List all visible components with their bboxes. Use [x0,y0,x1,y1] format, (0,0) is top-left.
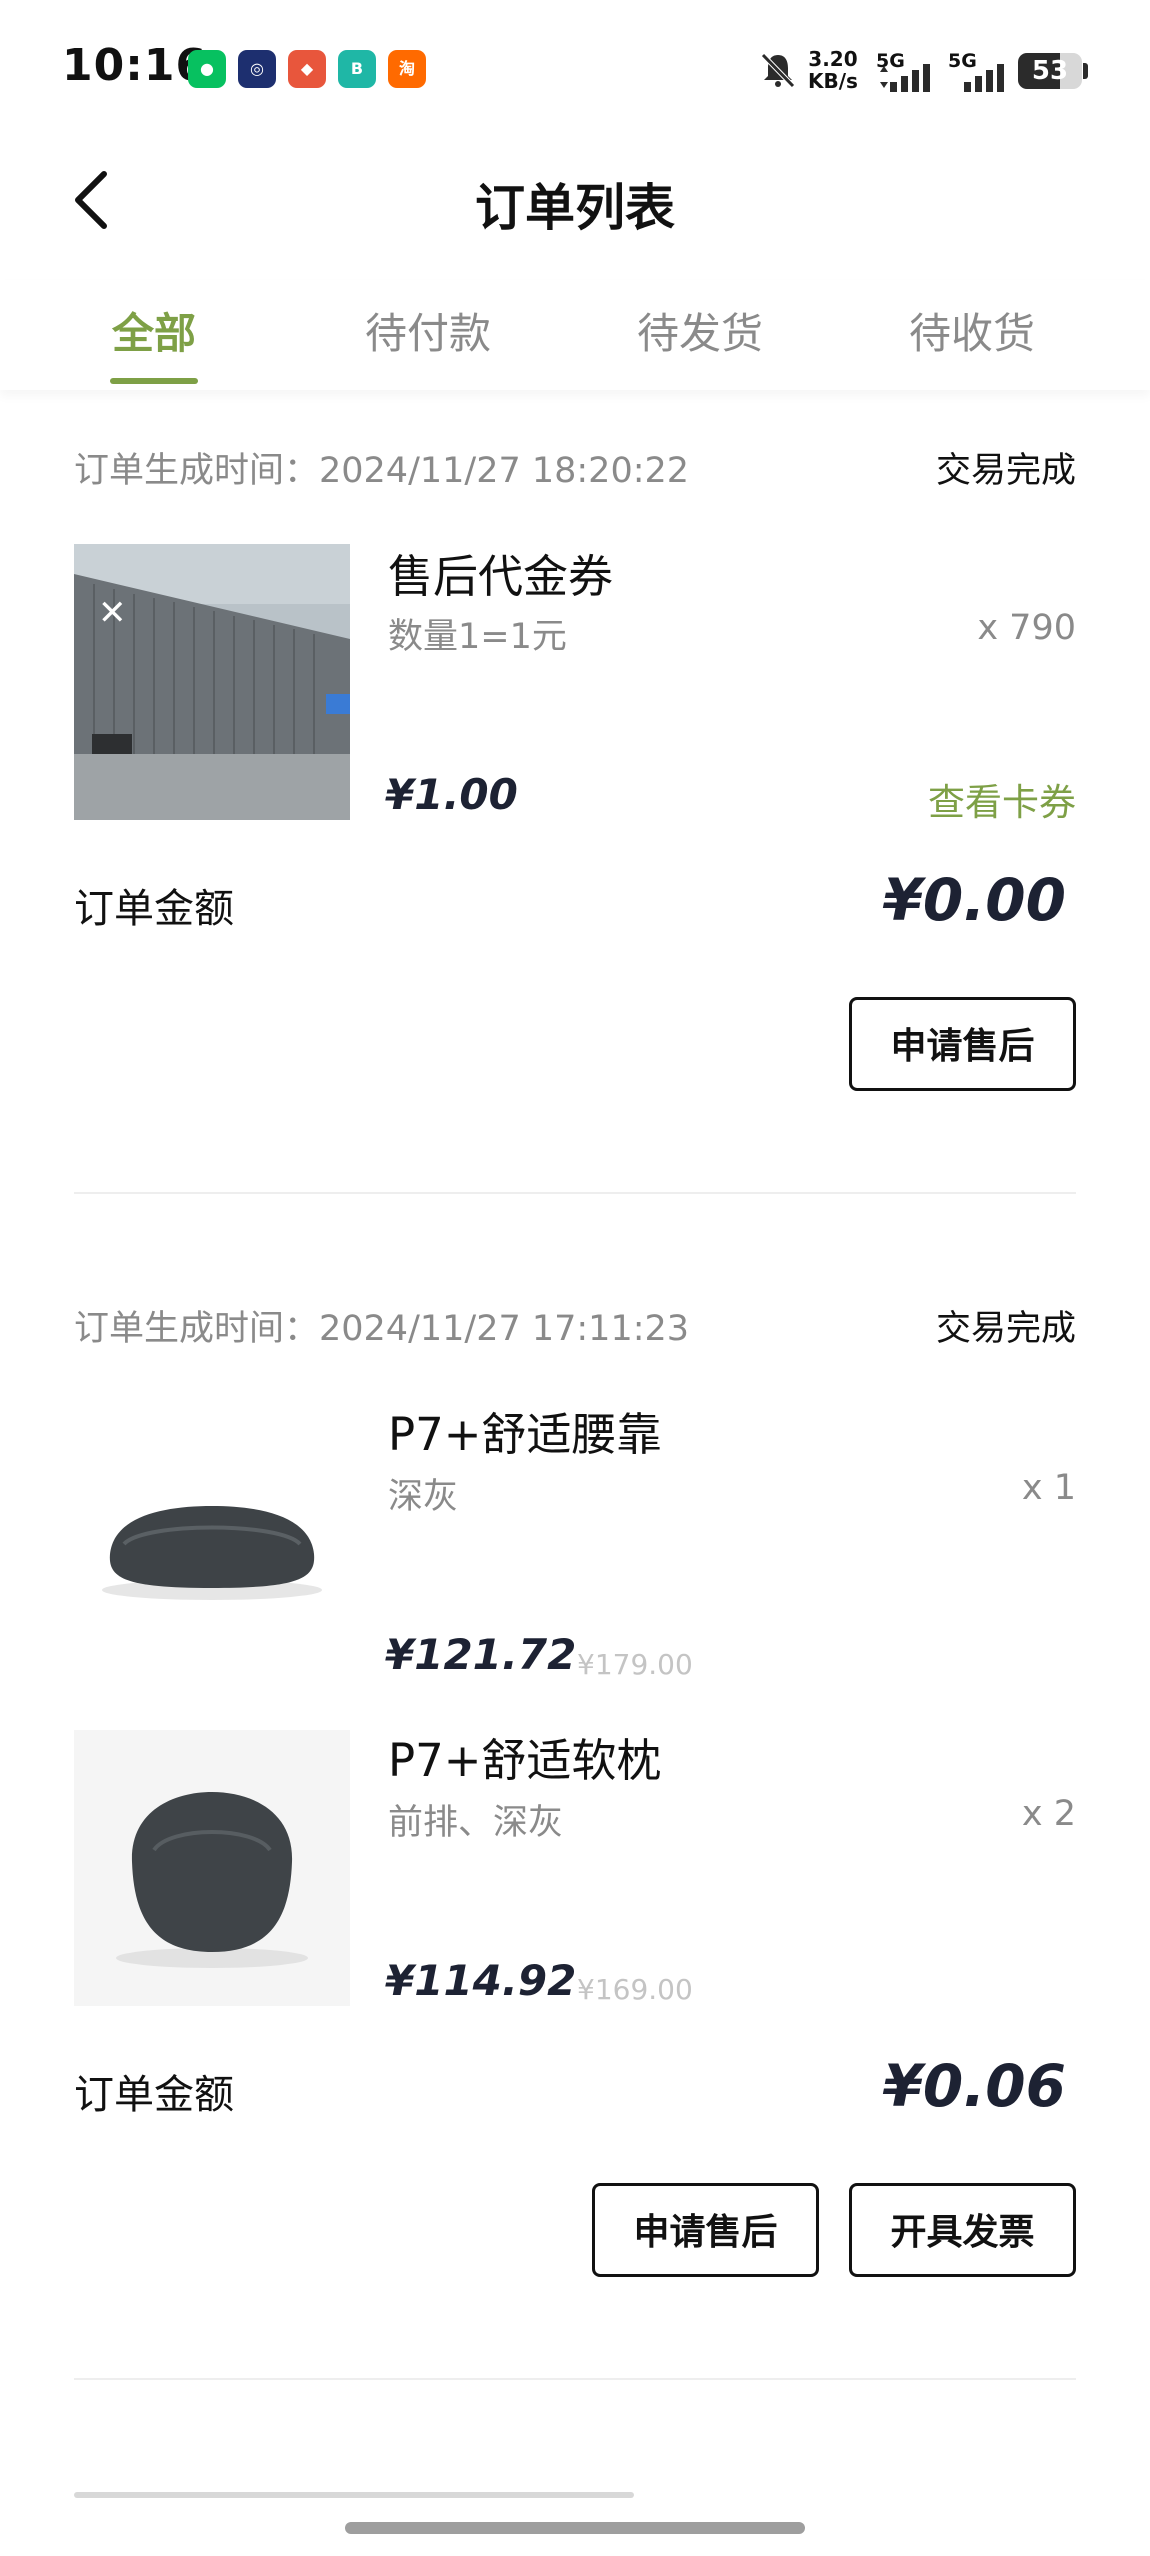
wechat-icon: ● [188,50,226,88]
taobao-icon: 淘 [388,50,426,88]
promo-app-icon: ◆ [288,50,326,88]
order-amount-label: 订单金额 [74,886,234,932]
clock: 10:16 [62,40,208,91]
net-speed-value: 3.20 [808,47,858,71]
page-title: 订单列表 [475,179,675,237]
order-status: 交易完成 [935,451,1076,491]
tab-bar: 全部 待付款 待发货 待收货 [0,280,1150,390]
product-spec: 深灰 [388,1477,459,1517]
boss-app-icon: B [338,50,376,88]
order-amount: ¥0.00 [882,866,1066,934]
order-time: 订单生成时间：2024/11/27 17:11:23 [74,1309,690,1349]
order-divider [74,2378,1076,2380]
product-spec: 前排、深灰 [388,1803,564,1843]
apply-after-sales-button[interactable]: 申请售后 [592,2183,819,2277]
tab-pending-receipt[interactable]: 待收货 [862,300,1082,361]
status-bar: 10:16 ● ◎ ◆ B 淘 3.20 KB/s 5G 5G 53 [0,0,1150,140]
product-price: ¥121.72 [385,1630,577,1679]
product-quantity: x 1 [1021,1468,1076,1508]
product-name: P7+舒适腰靠 [388,1408,662,1461]
product-quantity: x 790 [977,608,1076,648]
apply-after-sales-button[interactable]: 申请售后 [849,997,1076,1091]
home-indicator[interactable] [345,2522,805,2534]
tab-active-indicator [110,378,198,384]
svg-text:✕: ✕ [98,593,127,633]
product-quantity: x 2 [1021,1794,1076,1834]
product-price: ¥114.92 [385,1956,577,2005]
tab-pending-payment[interactable]: 待付款 [318,300,538,361]
issue-invoice-button[interactable]: 开具发票 [849,2183,1076,2277]
product-name: 售后代金券 [388,550,614,603]
product-name: P7+舒适软枕 [388,1734,662,1787]
original-price: ¥179.00 [577,1648,693,1681]
product-image[interactable] [74,1404,350,1680]
network-speed: 3.20 KB/s [808,48,858,92]
view-voucher-link[interactable]: 查看卡券 [776,772,1076,826]
net-speed-unit: KB/s [808,69,858,93]
battery-level: 53 [1031,56,1069,86]
mute-bell-icon [761,53,795,88]
battery-tip [1083,63,1088,79]
product-spec: 数量1=1元 [388,617,567,657]
order-amount-label: 订单金额 [74,2072,234,2118]
order-status: 交易完成 [935,1309,1076,1349]
original-price: ¥169.00 [577,1973,693,2006]
signal-1-icon [880,64,930,92]
product-image[interactable]: ✕ [74,544,350,820]
product-price: ¥1.00 [385,770,518,819]
next-order-peek [74,2480,1076,2498]
order-divider [74,1192,1076,1194]
lumbar-cushion-image [74,1404,350,1680]
tab-all[interactable]: 全部 [44,300,264,361]
chat-app-icon: ◎ [238,50,276,88]
tab-pending-shipment[interactable]: 待发货 [590,300,810,361]
voucher-building-image: ✕ [74,544,350,820]
order-amount: ¥0.06 [882,2052,1066,2120]
order-time: 订单生成时间：2024/11/27 18:20:22 [74,451,690,491]
product-image[interactable] [74,1730,350,2006]
signal-2-icon [964,64,1004,92]
soft-pillow-image [74,1730,350,2006]
